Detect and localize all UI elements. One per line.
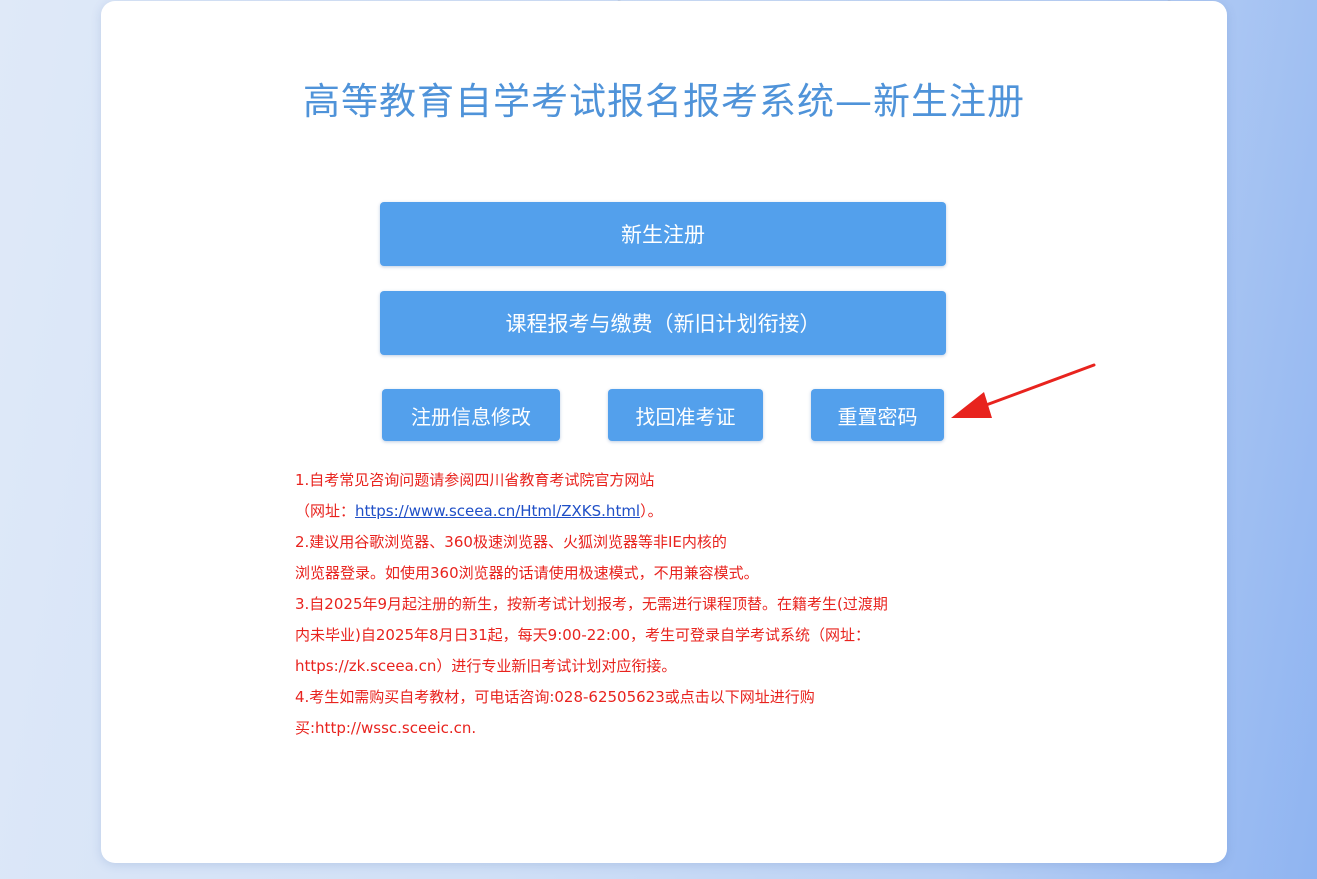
note-line: 3.自2025年9月起注册的新生，按新考试计划报考，无需进行课程顶替。在籍考生(… (295, 595, 888, 613)
annotation-arrow-icon (951, 363, 1096, 418)
note-line: 4.考生如需购买自考教材，可电话咨询:028-62505623或点击以下网址进行… (295, 688, 815, 706)
modify-registration-info-button[interactable]: 注册信息修改 (382, 389, 560, 441)
note-line: 2.建议用谷歌浏览器、360极速浏览器、火狐浏览器等非IE内核的 (295, 533, 727, 551)
note-text: ）。 (640, 502, 663, 520)
note-line: （网址：https://www.sceea.cn/Html/ZXKS.html）… (295, 496, 1075, 527)
reset-password-button[interactable]: 重置密码 (811, 389, 944, 441)
retrieve-admission-ticket-button[interactable]: 找回准考证 (608, 389, 763, 441)
page-title: 高等教育自学考试报名报考系统—新生注册 (303, 80, 1025, 123)
course-registration-payment-button[interactable]: 课程报考与缴费（新旧计划衔接） (380, 291, 946, 355)
registration-card: 高等教育自学考试报名报考系统—新生注册 新生注册 课程报考与缴费（新旧计划衔接）… (101, 1, 1227, 863)
note-line: 内未毕业)自2025年8月日31起，每天9:00-22:00，考生可登录自学考试… (295, 626, 870, 644)
sceea-faq-link[interactable]: https://www.sceea.cn/Html/ZXKS.html (355, 502, 640, 520)
new-student-register-button[interactable]: 新生注册 (380, 202, 946, 266)
note-line: 浏览器登录。如使用360浏览器的话请使用极速模式，不用兼容模式。 (295, 564, 759, 582)
note-text: （网址： (295, 502, 356, 520)
note-line: 1.自考常见咨询问题请参阅四川省教育考试院官方网站 (295, 471, 655, 489)
note-line: https://zk.sceea.cn）进行专业新旧考试计划对应衔接。 (295, 657, 677, 675)
notes-block: 1.自考常见咨询问题请参阅四川省教育考试院官方网站 （网址：https://ww… (295, 465, 1075, 744)
note-line: 买:http://wssc.sceeic.cn. (295, 719, 477, 737)
